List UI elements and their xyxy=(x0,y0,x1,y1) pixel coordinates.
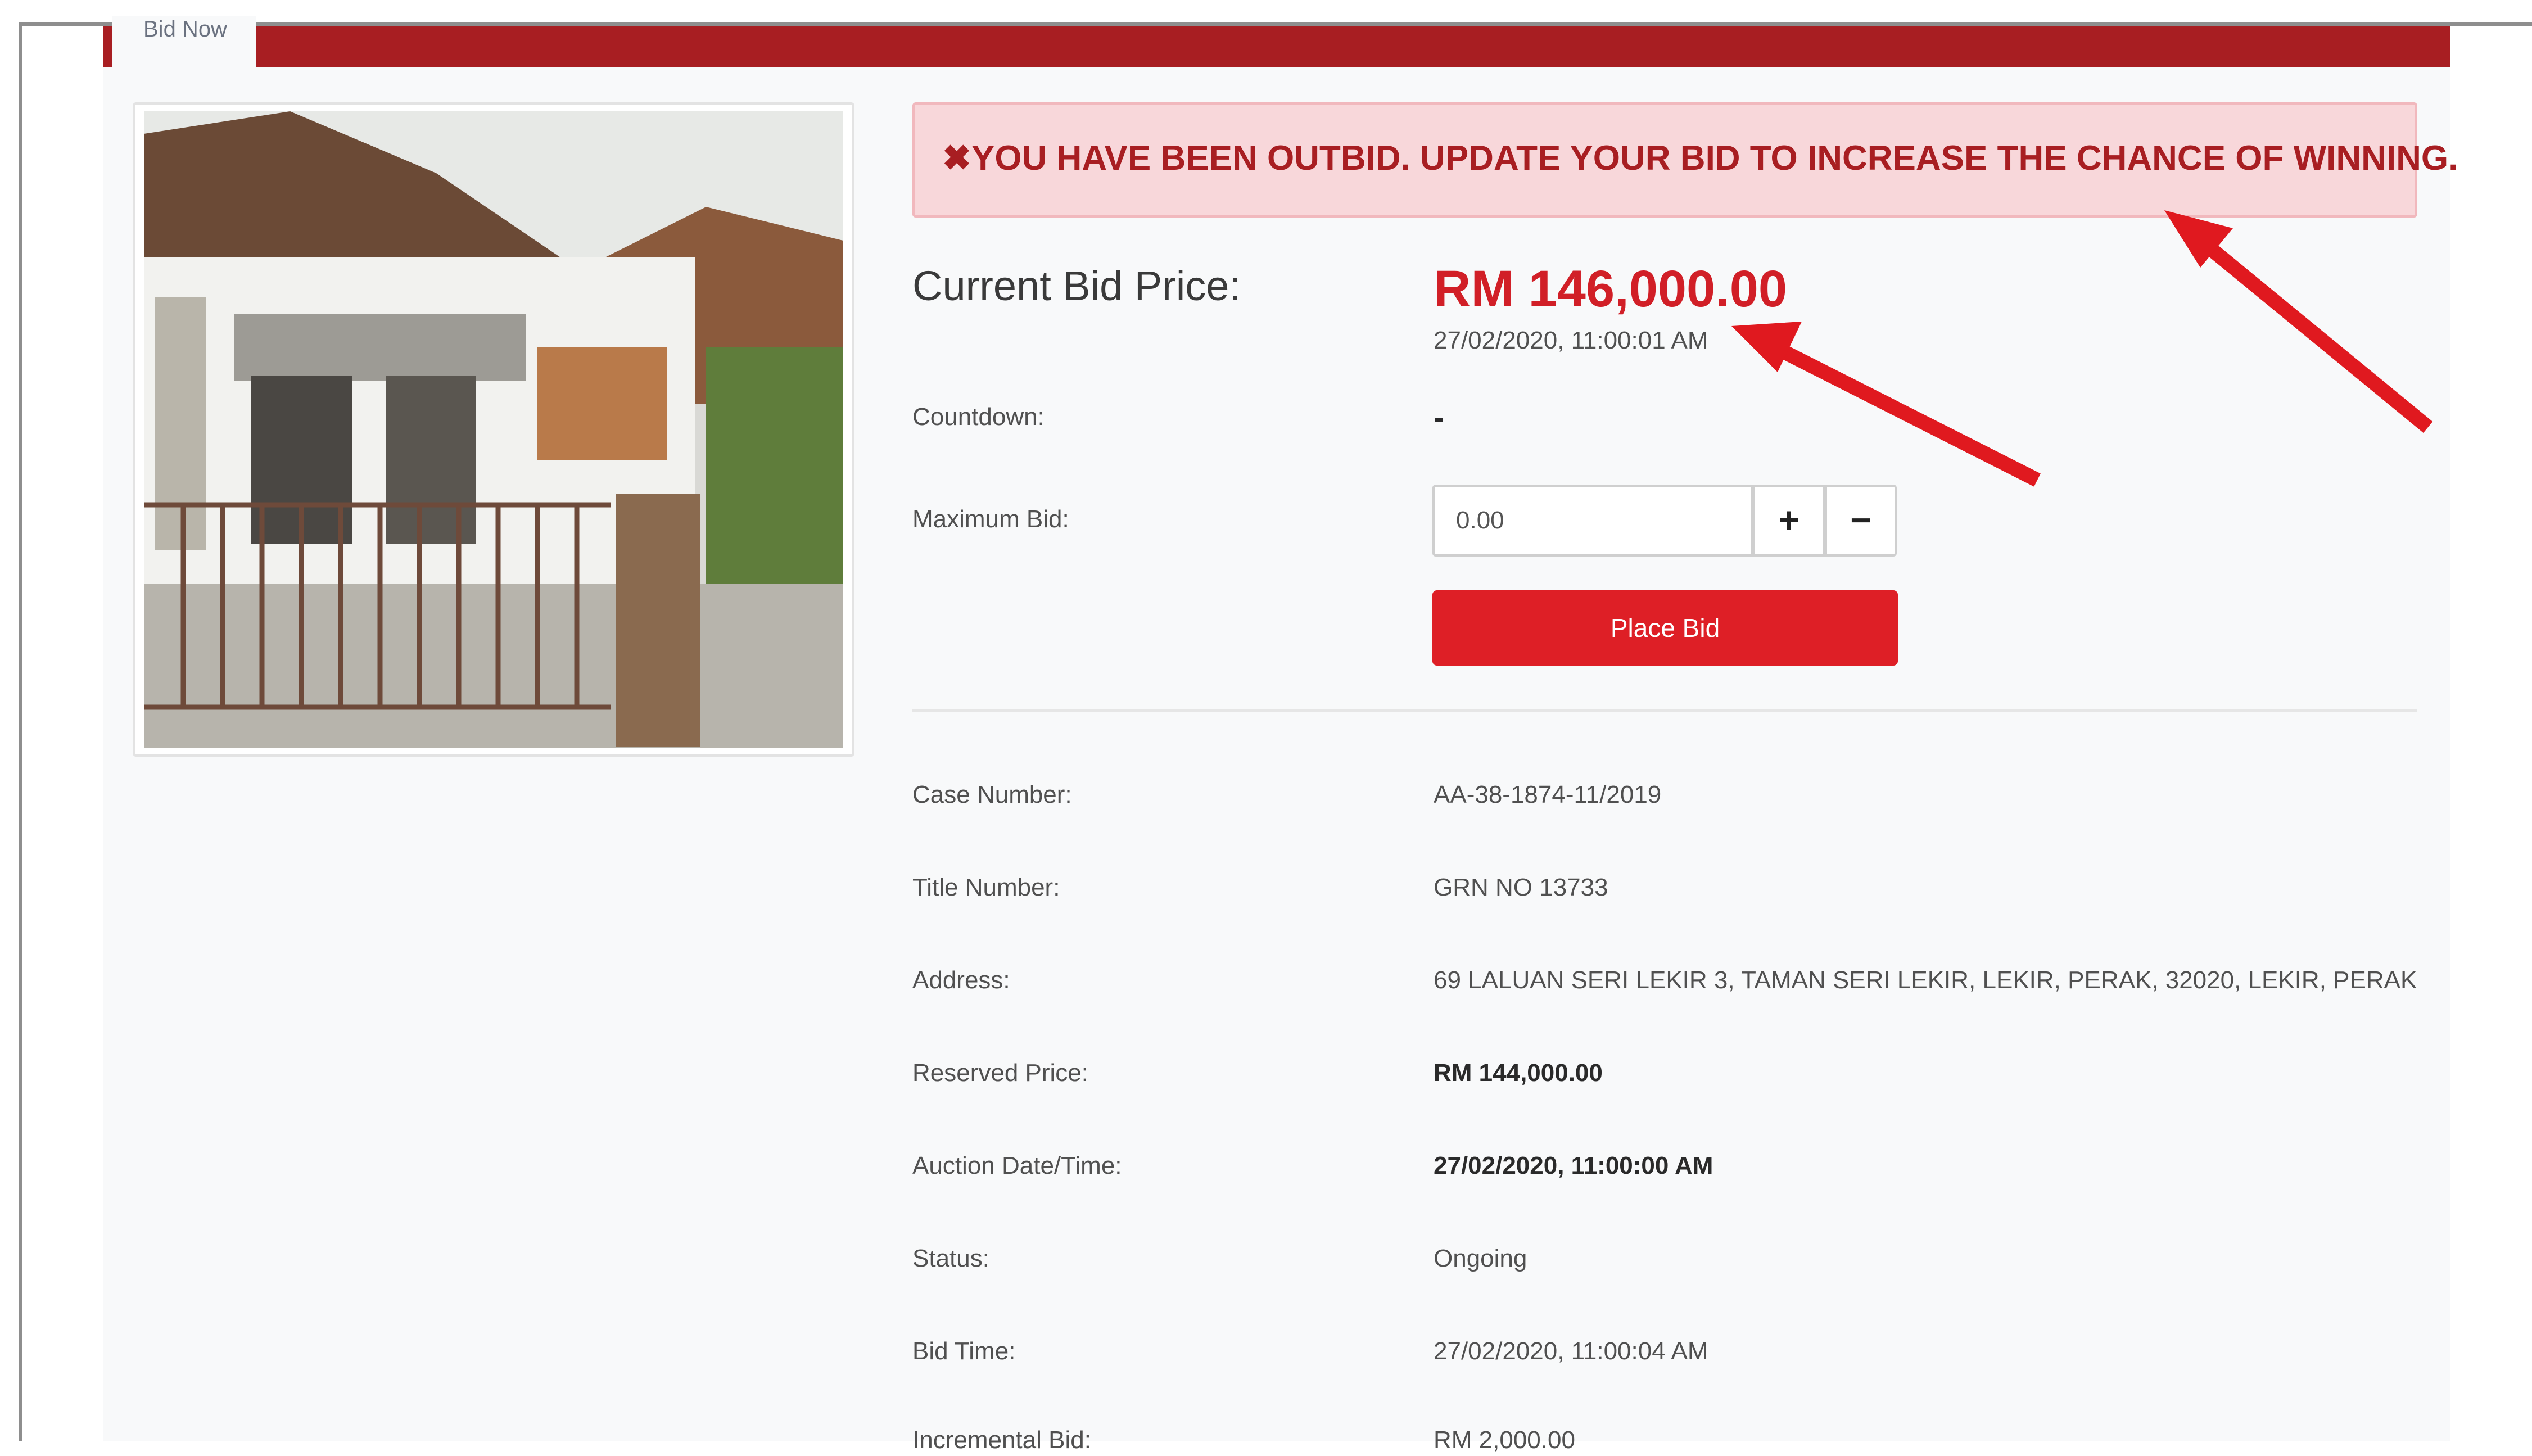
arrow-to-outbid-alert xyxy=(2164,210,2433,433)
arrow-to-current-price xyxy=(1731,322,2041,487)
annotation-arrows xyxy=(1731,210,2433,487)
